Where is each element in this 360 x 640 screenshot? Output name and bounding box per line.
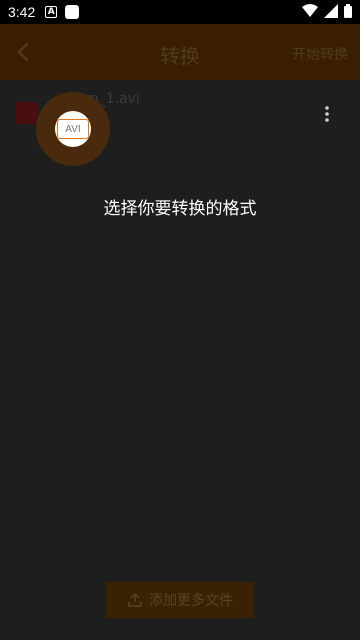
video-file-icon: [16, 102, 38, 124]
wifi-icon: [302, 4, 318, 17]
signal-icon: [324, 4, 338, 18]
tutorial-hint: 选择你要转换的格式: [103, 199, 257, 219]
notification-a-icon: A: [45, 6, 58, 18]
app-bar: 转换 开始转换: [0, 24, 360, 80]
status-bar: 3:42 A: [0, 0, 360, 24]
start-convert-button[interactable]: 开始转换: [292, 44, 348, 64]
add-more-label: 添加更多文件: [149, 593, 233, 609]
format-chip[interactable]: AVI: [57, 119, 89, 139]
notification-square-icon: [65, 5, 80, 19]
add-more-files-button[interactable]: 添加更多文件: [106, 582, 254, 618]
spotlight-target[interactable]: AVI: [55, 111, 91, 147]
more-options-icon[interactable]: [324, 106, 330, 122]
status-time: 3:42: [8, 4, 36, 20]
add-file-icon: [128, 592, 142, 607]
battery-icon: [344, 4, 352, 18]
